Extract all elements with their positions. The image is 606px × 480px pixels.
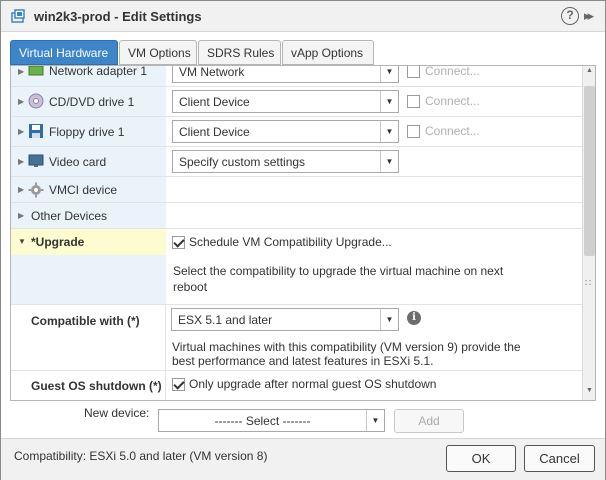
chevron-right-icon[interactable]: ▶ [18, 157, 24, 166]
ok-button[interactable]: OK [446, 445, 516, 472]
network-connect-checkbox[interactable] [407, 66, 420, 78]
compatible-note: Virtual machines with this compatibility… [172, 340, 521, 368]
chevron-down-icon: ▼ [380, 66, 398, 82]
chevron-down-icon[interactable]: ▼ [18, 237, 26, 246]
video-card-label: Video card [49, 155, 107, 169]
expand-icon[interactable]: ▸▸ [584, 8, 600, 24]
tab-virtual-hardware[interactable]: Virtual Hardware [10, 40, 118, 65]
chevron-down-icon: ▼ [380, 309, 398, 330]
network-connect-label: Connect... [425, 65, 480, 78]
schedule-upgrade-label: Schedule VM Compatibility Upgrade... [189, 235, 392, 249]
hardware-panel: ▶ Network adapter 1 VM Network ▼ Connect… [10, 65, 596, 401]
compatible-with-label: Compatible with (*) [31, 314, 140, 328]
edit-settings-dialog: win2k3-prod - Edit Settings ? ▸▸ Virtual… [0, 0, 606, 480]
other-devices-label: Other Devices [31, 209, 108, 223]
chevron-down-icon: ▼ [366, 410, 384, 431]
list-item-cddvd[interactable]: ▶ CD/DVD drive 1 Client Device ▼ Connect… [11, 87, 582, 117]
floppy-connect-label: Connect... [425, 124, 480, 138]
title-bar: win2k3-prod - Edit Settings ? ▸▸ [1, 1, 605, 32]
compatible-with-select[interactable]: ESX 5.1 and later ▼ [171, 308, 399, 331]
chevron-right-icon[interactable]: ▶ [18, 67, 24, 76]
floppy-label: Floppy drive 1 [49, 125, 125, 139]
cancel-button[interactable]: Cancel [524, 445, 595, 472]
guest-shutdown-checkbox[interactable] [172, 378, 185, 391]
scroll-up-icon[interactable]: ▲ [583, 67, 595, 79]
list-item-floppy[interactable]: ▶ Floppy drive 1 Client Device ▼ Connect… [11, 117, 582, 147]
compatible-with-row: Compatible with (*) ESX 5.1 and later ▼ … [11, 305, 582, 371]
guest-shutdown-row: Guest OS shutdown (*) Only upgrade after… [11, 371, 582, 400]
add-device-button[interactable]: Add [394, 409, 464, 433]
guest-shutdown-label: Guest OS shutdown (*) [31, 379, 162, 393]
chevron-down-icon: ▼ [380, 151, 398, 172]
list-item-upgrade[interactable]: ▼ *Upgrade Schedule VM Compatibility Upg… [11, 229, 582, 255]
tab-vapp-options[interactable]: vApp Options [282, 40, 374, 65]
gear-icon [28, 182, 44, 198]
scroll-thumb[interactable] [584, 86, 595, 256]
help-icon[interactable]: ? [561, 7, 579, 25]
floppy-icon [29, 124, 43, 138]
vm-icon [11, 9, 25, 23]
monitor-icon [28, 154, 44, 167]
dialog-title: win2k3-prod - Edit Settings [34, 9, 202, 24]
network-adapter-label: Network adapter 1 [49, 65, 148, 78]
floppy-connect-checkbox[interactable] [407, 125, 420, 138]
list-item-vmci[interactable]: ▶ VMCI device [11, 177, 582, 203]
list-item-other-devices[interactable]: ▶ Other Devices [11, 203, 582, 229]
tab-vm-options[interactable]: VM Options [119, 40, 197, 65]
upgrade-label: *Upgrade [31, 235, 85, 249]
new-device-label: New device: [84, 406, 150, 420]
compatibility-status: Compatibility: ESXi 5.0 and later (VM ve… [14, 449, 268, 463]
scroll-down-icon[interactable]: ▼ [583, 387, 595, 399]
vertical-scrollbar[interactable]: ▲ ▼ [582, 66, 595, 400]
upgrade-description: Select the compatibility to upgrade the … [173, 264, 504, 294]
tab-sdrs-rules[interactable]: SDRS Rules [198, 40, 281, 65]
cd-icon [28, 93, 44, 109]
cddvd-connect-checkbox[interactable] [407, 95, 420, 108]
cddvd-connect-label: Connect... [425, 94, 480, 108]
chevron-right-icon[interactable]: ▶ [18, 211, 24, 220]
video-card-select[interactable]: Specify custom settings ▼ [172, 150, 399, 173]
network-adapter-icon [28, 66, 44, 76]
vmci-label: VMCI device [49, 183, 118, 197]
upgrade-description-row: Select the compatibility to upgrade the … [11, 255, 582, 305]
chevron-down-icon: ▼ [380, 121, 398, 142]
chevron-right-icon[interactable]: ▶ [18, 127, 24, 136]
guest-shutdown-option: Only upgrade after normal guest OS shutd… [189, 377, 437, 391]
chevron-down-icon: ▼ [380, 91, 398, 112]
chevron-right-icon[interactable]: ▶ [18, 97, 24, 106]
cddvd-select[interactable]: Client Device ▼ [172, 90, 399, 113]
cddvd-label: CD/DVD drive 1 [49, 95, 135, 109]
list-item-network-adapter[interactable]: ▶ Network adapter 1 VM Network ▼ Connect… [11, 65, 582, 87]
resize-grip-icon[interactable]: ∷ [585, 278, 591, 289]
info-icon[interactable]: i [407, 311, 421, 325]
network-select[interactable]: VM Network ▼ [172, 66, 399, 83]
status-bar: Compatibility: ESXi 5.0 and later (VM ve… [1, 438, 605, 480]
chevron-right-icon[interactable]: ▶ [18, 185, 24, 194]
schedule-upgrade-checkbox[interactable] [172, 236, 185, 249]
new-device-select[interactable]: ------- Select ------- ▼ [158, 409, 385, 432]
floppy-select[interactable]: Client Device ▼ [172, 120, 399, 143]
list-item-video-card[interactable]: ▶ Video card Specify custom settings ▼ [11, 147, 582, 177]
